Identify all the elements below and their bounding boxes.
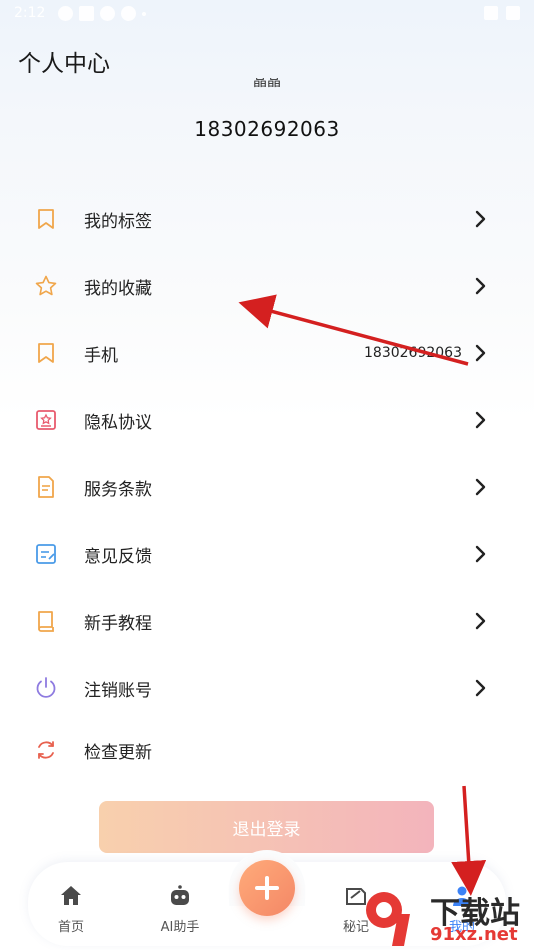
star-icon: [35, 275, 57, 296]
chevron-right-icon: [475, 277, 486, 295]
tab-ai-assistant[interactable]: AI助手: [140, 862, 220, 946]
wifi-icon: [484, 6, 498, 20]
add-button[interactable]: [239, 860, 295, 916]
menu-item-terms[interactable]: 服务条款: [0, 459, 534, 515]
menu-item-tutorial[interactable]: 新手教程: [0, 593, 534, 649]
menu-item-check-update[interactable]: 检查更新: [0, 722, 534, 778]
menu-label: 我的收藏: [84, 278, 152, 299]
notification-icon: [121, 6, 136, 21]
robot-icon: [171, 885, 189, 905]
status-bar: 2:12: [0, 0, 534, 28]
username: 晶晶: [253, 78, 281, 90]
logout-button[interactable]: 退出登录: [99, 801, 434, 853]
status-notification-icons: [58, 6, 146, 21]
menu-phone-value: 18302692063: [364, 345, 462, 361]
menu-label: 意见反馈: [84, 546, 152, 567]
chevron-right-icon: [475, 411, 486, 429]
menu-label: 隐私协议: [84, 412, 152, 433]
bookmark-icon: [38, 343, 54, 363]
watermark-logo-icon: [366, 892, 410, 946]
bookmark-icon: [38, 209, 54, 229]
profile-phone: 18302692063: [194, 117, 340, 141]
site-watermark: 下载站 91xz.net: [362, 884, 534, 950]
battery-icon: [506, 6, 520, 20]
refresh-icon: [38, 741, 54, 759]
home-icon: [61, 886, 81, 905]
menu-label: 检查更新: [84, 742, 152, 763]
watermark-url: 91xz.net: [430, 924, 518, 945]
chevron-right-icon: [475, 679, 486, 697]
feedback-icon: [36, 544, 56, 564]
menu-item-my-tags[interactable]: 我的标签: [0, 191, 534, 247]
tab-home[interactable]: 首页: [31, 862, 111, 946]
privacy-icon: [36, 410, 56, 430]
chevron-right-icon: [475, 478, 486, 496]
menu-label: 服务条款: [84, 479, 152, 500]
page-title: 个人中心: [18, 51, 110, 77]
notification-icon: [58, 6, 73, 21]
notification-icon: [79, 6, 94, 21]
menu-label: 注销账号: [84, 680, 152, 701]
menu-label: 手机: [84, 345, 118, 366]
status-time: 2:12: [14, 5, 46, 21]
menu-item-my-favorites[interactable]: 我的收藏: [0, 258, 534, 314]
menu-item-privacy[interactable]: 隐私协议: [0, 392, 534, 448]
menu-item-feedback[interactable]: 意见反馈: [0, 526, 534, 582]
power-icon: [36, 677, 56, 698]
tab-label: AI助手: [160, 920, 200, 935]
status-system-icons: [484, 6, 520, 20]
menu-label: 我的标签: [84, 211, 152, 232]
plus-icon: [265, 876, 269, 900]
menu-label: 新手教程: [84, 613, 152, 634]
chevron-right-icon: [475, 344, 486, 362]
document-icon: [38, 476, 54, 498]
book-icon: [38, 611, 54, 632]
menu-item-delete-account[interactable]: 注销账号: [0, 660, 534, 716]
menu-item-phone[interactable]: 手机 18302692063: [0, 325, 534, 381]
notification-dot-icon: [142, 12, 146, 16]
chevron-right-icon: [475, 210, 486, 228]
chevron-right-icon: [475, 612, 486, 630]
tab-label: 首页: [57, 920, 84, 935]
notification-icon: [100, 6, 115, 21]
chevron-right-icon: [475, 545, 486, 563]
